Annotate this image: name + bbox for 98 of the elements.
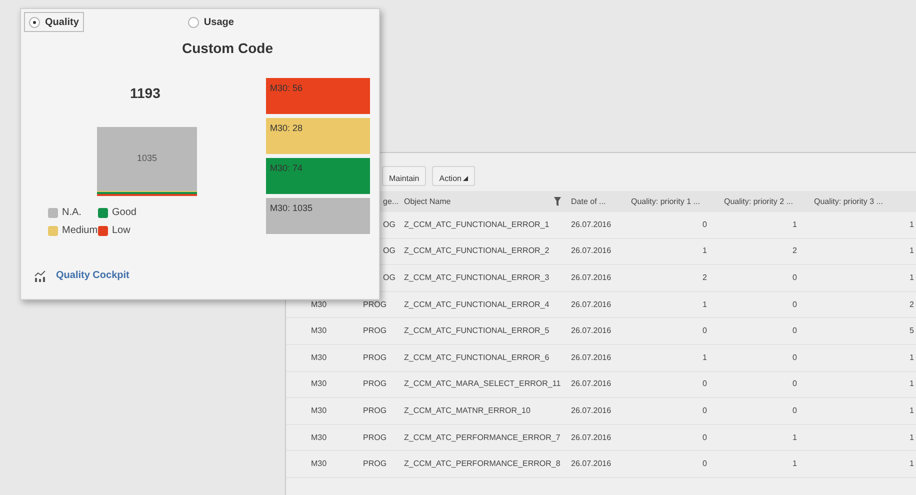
- table-cell: 0: [702, 379, 707, 388]
- table-cell: 26.07.2016: [571, 379, 612, 388]
- table-cell: 1: [910, 352, 914, 362]
- table-cell: PROG: [363, 300, 387, 309]
- table-cell: 26.07.2016: [571, 406, 612, 415]
- table-cell: 1: [910, 432, 914, 442]
- table-cell: 1: [792, 432, 797, 442]
- column-header[interactable]: ge...: [383, 196, 399, 208]
- column-header[interactable]: Quality: priority 3 ...: [814, 196, 883, 208]
- table-cell: Z_CCM_ATC_FUNCTIONAL_ERROR_5: [404, 326, 550, 336]
- column-header[interactable]: Quality: priority 1 ...: [631, 196, 700, 208]
- column-header[interactable]: Date of ...: [571, 196, 606, 208]
- table-row[interactable]: M30 PROG Z_CCM_ATC_MATNR_ERROR_10 26.07.2016 0 0 1: [286, 398, 916, 425]
- table-cell: Z_CCM_ATC_PERFORMANCE_ERROR_7: [404, 432, 560, 442]
- table-cell: 26.07.2016: [571, 459, 612, 468]
- table-cell: M30: [311, 379, 327, 388]
- table-cell: 1: [702, 246, 707, 256]
- table-cell: 0: [792, 352, 797, 362]
- column-header[interactable]: Quality: priority 2 ...: [724, 196, 793, 208]
- table-cell: M30: [311, 432, 327, 442]
- table-cell: 2: [910, 300, 914, 309]
- radio-button-icon: [29, 16, 40, 28]
- table-cell: M30: [311, 352, 327, 362]
- table-row[interactable]: M30 PROG Z_CCM_ATC_PERFORMANCE_ERROR_8 26.07.2016 0 1 1: [286, 451, 916, 478]
- table-cell: PROG: [363, 432, 387, 442]
- table-cell: OG: [383, 272, 396, 282]
- table-cell: 0: [702, 220, 707, 229]
- table-cell: Z_CCM_ATC_FUNCTIONAL_ERROR_6: [404, 352, 550, 362]
- table-row[interactable]: M30 PROG Z_CCM_ATC_MARA_SELECT_ERROR_11 26.07.2016 0 0 1: [286, 372, 916, 398]
- table-cell: 0: [702, 406, 707, 415]
- table-cell: 0: [792, 406, 797, 415]
- table-cell: 0: [702, 459, 707, 468]
- table-cell: PROG: [363, 459, 387, 468]
- table-cell: 1: [792, 220, 797, 229]
- legend-label: Low: [112, 224, 130, 238]
- table-cell: 1: [910, 272, 914, 282]
- table-row[interactable]: M30 PROG Z_CCM_ATC_FUNCTIONAL_ERROR_5 26.07.2016 0 0 5: [286, 318, 916, 345]
- table-cell: 1: [792, 459, 797, 468]
- table-cell: 26.07.2016: [571, 246, 612, 256]
- status-tile[interactable]: M30: 28: [266, 118, 370, 154]
- table-row[interactable]: M30 PROG Z_CCM_ATC_PERFORMANCE_ERROR_7 26.07.2016 0 1 1: [286, 424, 916, 452]
- table-cell: 1: [702, 300, 707, 309]
- status-tile[interactable]: M30: 1035: [266, 198, 370, 234]
- toolbar-button[interactable]: Action: [432, 166, 476, 186]
- table-cell: 1: [702, 352, 707, 362]
- table-cell: 26.07.2016: [571, 272, 612, 282]
- table-cell: Z_CCM_ATC_MARA_SELECT_ERROR_11: [404, 379, 561, 388]
- legend-label: Medium: [62, 224, 98, 238]
- table-cell: PROG: [363, 326, 387, 336]
- table-cell: 0: [792, 300, 797, 309]
- table-cell: 1: [910, 246, 914, 256]
- table-cell: Z_CCM_ATC_MATNR_ERROR_10: [404, 406, 530, 415]
- bar-label: 1035: [136, 152, 158, 166]
- radio-option[interactable]: Usage: [184, 12, 238, 32]
- radio-button-icon: [188, 16, 199, 28]
- table-cell: 0: [792, 326, 797, 336]
- table-cell: PROG: [363, 406, 387, 415]
- table-cell: 1: [910, 406, 914, 415]
- table-cell: PROG: [363, 352, 387, 362]
- table-cell: 0: [702, 326, 707, 336]
- table-row[interactable]: M30 PROG Z_CCM_ATC_FUNCTIONAL_ERROR_6 26.07.2016 1 0 1: [286, 344, 916, 372]
- table-cell: M30: [311, 326, 327, 336]
- table-cell: Z_CCM_ATC_FUNCTIONAL_ERROR_4: [404, 300, 550, 309]
- table-cell: PROG: [363, 379, 387, 388]
- quality-cockpit-link[interactable]: Quality Cockpit: [34, 268, 266, 283]
- table-cell: 0: [792, 379, 797, 388]
- filter-icon[interactable]: [554, 197, 561, 206]
- table-cell: 2: [702, 272, 707, 282]
- table-cell: 1: [910, 220, 914, 229]
- table-cell: Z_CCM_ATC_FUNCTIONAL_ERROR_2: [404, 246, 550, 256]
- table-cell: 5: [910, 326, 914, 336]
- table-cell: 26.07.2016: [571, 300, 612, 309]
- table-cell: 26.07.2016: [571, 220, 612, 229]
- table-cell: Z_CCM_ATC_PERFORMANCE_ERROR_8: [404, 459, 560, 468]
- chart-icon: [34, 270, 46, 282]
- table-cell: 2: [792, 246, 797, 256]
- table-cell: M30: [311, 459, 327, 468]
- table-cell: 1: [910, 459, 914, 468]
- table-cell: 26.07.2016: [571, 326, 612, 336]
- table-cell: 1: [910, 379, 914, 388]
- table-cell: 0: [702, 432, 707, 442]
- toolbar-button[interactable]: Maintain: [382, 166, 426, 186]
- legend-label: Good: [112, 206, 136, 220]
- table-cell: M30: [311, 300, 327, 309]
- table-cell: 0: [792, 272, 797, 282]
- table-cell: OG: [383, 220, 396, 229]
- table-cell: M30: [311, 406, 327, 415]
- table-cell: 26.07.2016: [571, 352, 612, 362]
- radio-option[interactable]: Quality: [24, 12, 84, 32]
- table-cell: Z_CCM_ATC_FUNCTIONAL_ERROR_3: [404, 272, 550, 282]
- table-cell: Z_CCM_ATC_FUNCTIONAL_ERROR_1: [404, 220, 550, 229]
- caret-icon: [463, 176, 468, 181]
- column-header[interactable]: Object Name: [404, 196, 451, 208]
- table-cell: 26.07.2016: [571, 432, 612, 442]
- chart-title: Custom Code: [182, 39, 273, 58]
- legend-label: N.A.: [62, 206, 82, 220]
- total-count: 1193: [130, 84, 162, 103]
- table-cell: OG: [383, 246, 396, 256]
